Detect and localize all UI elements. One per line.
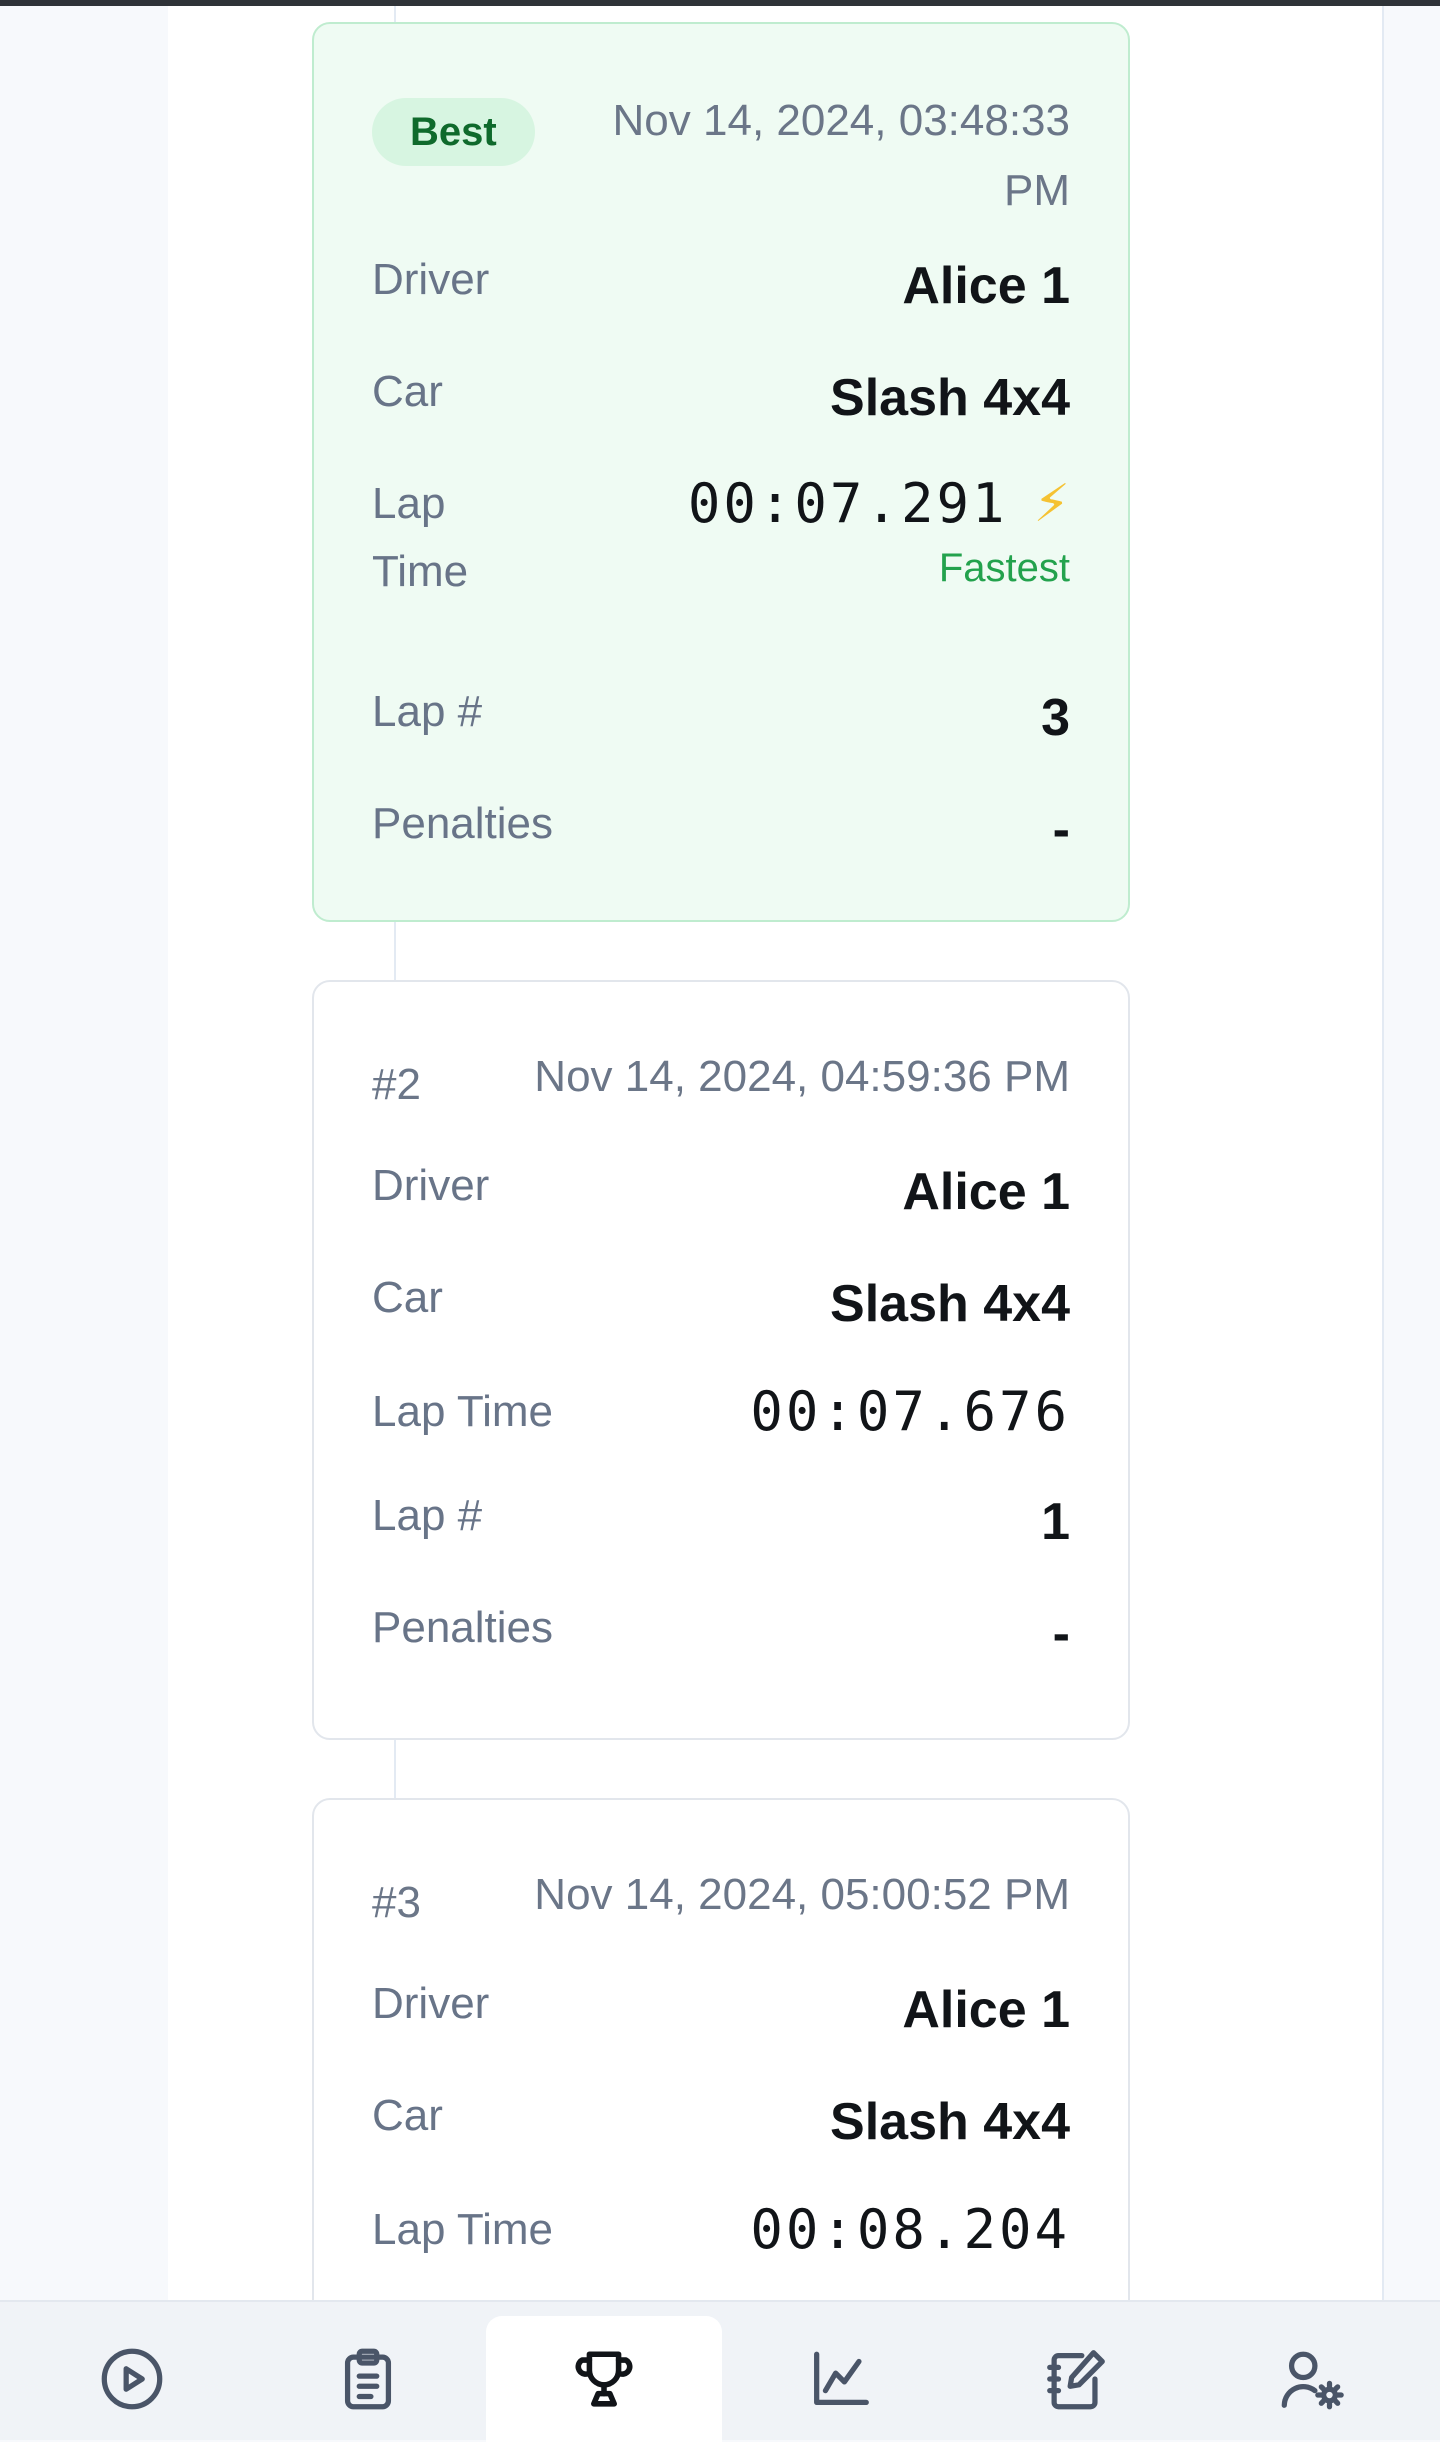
driver-value: Alice 1 — [902, 1981, 1070, 2039]
page: Best Nov 14, 2024, 03:48:33 PM Driver Al… — [0, 6, 1440, 2358]
lap-time-value: 00:07.676 — [750, 1380, 1070, 1443]
lap-date: Nov 14, 2024, 04:59:36 PM — [534, 1052, 1070, 1101]
lap-time-label: Lap Time — [372, 479, 469, 596]
lap-number-label: Lap # — [372, 1491, 483, 1540]
best-badge: Best — [372, 98, 535, 166]
lap-card: #2 Nov 14, 2024, 04:59:36 PM Driver Alic… — [312, 980, 1130, 1740]
driver-value: Alice 1 — [902, 1163, 1070, 1221]
bottom-nav — [0, 2300, 1440, 2442]
trophy-icon — [575, 2351, 633, 2407]
car-label: Car — [372, 1273, 443, 1322]
lap-card: #3 Nov 14, 2024, 05:00:52 PM Driver Alic… — [312, 1798, 1130, 2358]
nav-user-settings[interactable] — [1194, 2316, 1430, 2442]
nav-chart[interactable] — [722, 2316, 958, 2442]
lap-time-value: 00:08.204 — [750, 2198, 1070, 2261]
car-value: Slash 4x4 — [830, 1275, 1070, 1333]
nav-clipboard[interactable] — [250, 2316, 486, 2442]
driver-label: Driver — [372, 1979, 490, 2028]
driver-value: Alice 1 — [902, 257, 1070, 315]
lightning-icon: ⚡ — [1033, 475, 1070, 533]
lap-rank: #3 — [372, 1878, 421, 1927]
clipboard-icon — [344, 2348, 392, 2410]
play-circle-icon — [101, 2348, 163, 2410]
penalties-value: - — [1052, 801, 1070, 859]
notebook-edit-icon — [1047, 2350, 1105, 2410]
lap-rank: #2 — [372, 1060, 421, 1109]
chart-icon — [814, 2351, 869, 2405]
car-label: Car — [372, 2091, 443, 2140]
lap-date: Nov 14, 2024, 03:48:33 PM — [612, 96, 1070, 215]
nav-trophy[interactable] — [486, 2316, 722, 2442]
lap-number-label: Lap # — [372, 687, 483, 736]
driver-label: Driver — [372, 255, 490, 304]
user-settings-icon — [1281, 2351, 1344, 2410]
lap-number-value: 1 — [1041, 1493, 1070, 1551]
lap-time-label: Lap Time — [372, 1387, 553, 1436]
lap-time-label: Lap Time — [372, 2205, 553, 2254]
lap-date: Nov 14, 2024, 05:00:52 PM — [534, 1870, 1070, 1919]
penalties-label: Penalties — [372, 1603, 554, 1652]
car-value: Slash 4x4 — [830, 2093, 1070, 2151]
penalties-label: Penalties — [372, 799, 554, 848]
car-value: Slash 4x4 — [830, 369, 1070, 427]
penalties-value: - — [1052, 1605, 1070, 1663]
lap-number-value: 3 — [1041, 689, 1070, 747]
fastest-label: Fastest — [938, 546, 1070, 590]
nav-notes[interactable] — [958, 2316, 1194, 2442]
car-label: Car — [372, 367, 443, 416]
lap-card-best: Best Nov 14, 2024, 03:48:33 PM Driver Al… — [312, 22, 1130, 922]
nav-play[interactable] — [14, 2316, 250, 2442]
lap-time-value: 00:07.291 — [687, 472, 1008, 535]
driver-label: Driver — [372, 1161, 490, 1210]
